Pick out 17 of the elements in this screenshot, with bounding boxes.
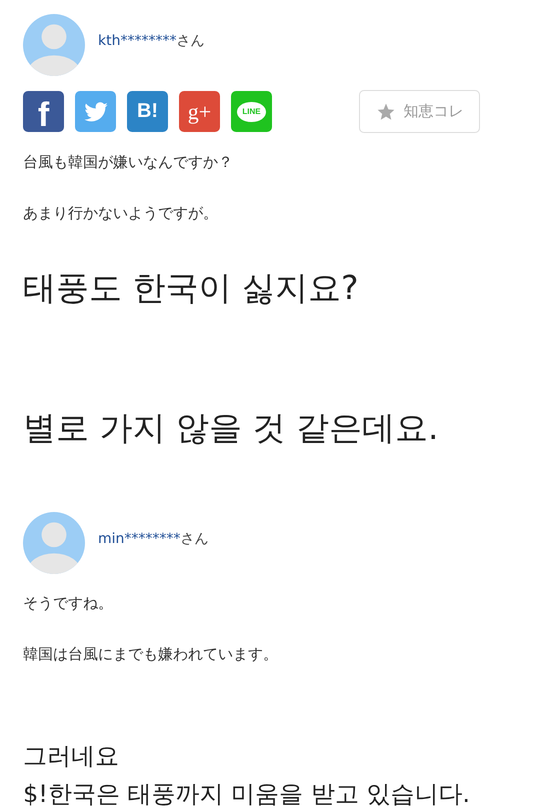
user-name[interactable]: min********さん: [98, 530, 208, 548]
user-name[interactable]: kth********さん: [98, 32, 204, 50]
answer-text: 韓国は台風にまでも嫌われています。: [23, 644, 279, 665]
translation-text: 별로 가지 않을 것 같은데요.: [23, 407, 440, 449]
translation-text: 그러네요: [23, 741, 120, 772]
translation-text: 태풍도 한국이 싫지요?: [23, 267, 360, 309]
facebook-button[interactable]: f: [23, 91, 64, 132]
question-text: あまり行かないようですが。: [23, 203, 219, 224]
collect-button[interactable]: 知恵コレ: [359, 90, 480, 133]
google-button[interactable]: g+: [179, 91, 220, 132]
translation-text: $!한국은 태풍까지 미움을 받고 있습니다.: [23, 779, 472, 810]
star-icon: [376, 102, 396, 122]
line-button[interactable]: LINE: [231, 91, 272, 132]
question-text: 台風も韓国が嫌いなんですか？: [23, 152, 234, 173]
answer-text: そうですね。: [23, 593, 114, 614]
hatena-button[interactable]: B!: [127, 91, 168, 132]
twitter-button[interactable]: [75, 91, 116, 132]
